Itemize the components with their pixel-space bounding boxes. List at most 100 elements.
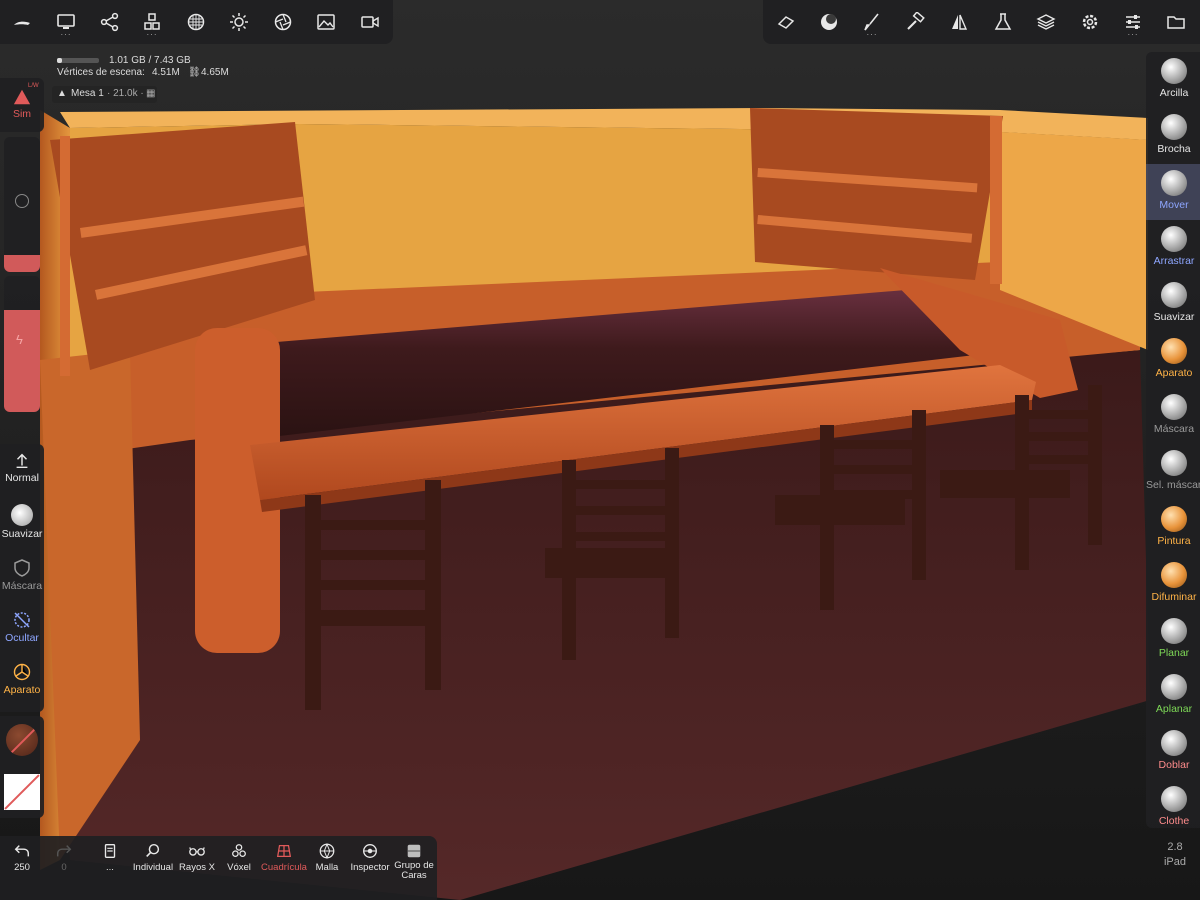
tool-12[interactable]: Doblar	[1146, 724, 1200, 780]
suavizar-label: Suavizar	[1, 528, 43, 540]
tool-10[interactable]: Planar	[1146, 612, 1200, 668]
more-label: ...	[106, 862, 114, 873]
tool-ball-icon	[1161, 450, 1187, 476]
tool-1[interactable]: Brocha	[1146, 108, 1200, 164]
top-toolbar-left: ··· ···	[0, 0, 393, 44]
sim-button[interactable]: Sim	[0, 84, 44, 120]
tool-0[interactable]: Arcilla	[1146, 52, 1200, 108]
tool-ball-icon	[1161, 674, 1187, 700]
version-info: 2.8 iPad	[1164, 840, 1186, 870]
grid-button[interactable]: Cuadrícula	[260, 836, 308, 882]
tool-label: Clothe	[1158, 815, 1190, 827]
xray-button[interactable]: Rayos X	[177, 836, 217, 882]
tool-label: Máscara	[1153, 423, 1195, 435]
face-group-button[interactable]: Grupo de Caras	[393, 836, 435, 882]
hide-grid-icon	[14, 612, 30, 628]
normal-label: Normal	[5, 472, 39, 484]
shield-icon	[14, 559, 30, 577]
tool-2[interactable]: Mover	[1146, 164, 1200, 220]
camera-icon[interactable]	[352, 4, 388, 40]
tool-5[interactable]: Aparato	[1146, 332, 1200, 388]
tool-ball-icon	[1161, 562, 1187, 588]
version-device: iPad	[1163, 856, 1186, 868]
eraser-icon[interactable]	[768, 4, 804, 40]
layers-icon[interactable]	[1028, 4, 1064, 40]
normal-button[interactable]: Normal	[0, 452, 44, 484]
tool-9[interactable]: Difuminar	[1146, 556, 1200, 612]
link-icon: ⛓	[188, 67, 201, 78]
color-swatch[interactable]	[4, 774, 40, 810]
mascara-button[interactable]: Máscara	[0, 558, 44, 592]
inspector-button[interactable]: Inspector	[348, 836, 392, 882]
tool-ball-icon	[1161, 786, 1187, 812]
undo-count: 250	[14, 862, 30, 873]
more-button[interactable]: ...	[92, 836, 128, 882]
sim-panel: Sim L/W	[0, 78, 44, 132]
tool-3[interactable]: Arrastrar	[1146, 220, 1200, 276]
voxel-icon	[232, 844, 246, 858]
smooth-icon	[11, 504, 33, 526]
object-info[interactable]: ▲ Mesa 1 · 21.0k · ▦	[52, 86, 157, 103]
ocultar-button[interactable]: Ocultar	[0, 610, 44, 644]
tool-ball-icon	[1161, 226, 1187, 252]
tool-13[interactable]: Clothe	[1146, 780, 1200, 836]
version-number: 2.8	[1167, 841, 1183, 853]
brush-icon[interactable]: ···	[854, 4, 890, 40]
suavizar-button[interactable]: Suavizar	[0, 504, 44, 540]
sphere-grid-icon[interactable]	[178, 4, 214, 40]
cubes-icon[interactable]: ···	[134, 4, 170, 40]
tool-6[interactable]: Máscara	[1146, 388, 1200, 444]
tool-label: Arcilla	[1159, 87, 1189, 99]
material-swatch[interactable]	[6, 724, 38, 756]
grid-icon: ▦	[146, 88, 156, 99]
size-slider-fill	[4, 255, 40, 272]
tool-ball-icon	[1161, 506, 1187, 532]
vertices-link-value: 4.65M	[201, 67, 229, 78]
tool-label: Mover	[1159, 199, 1189, 211]
object-count: · 21.0k ·	[107, 88, 144, 99]
flask-icon[interactable]	[985, 4, 1021, 40]
tool-7[interactable]: Sel. máscara	[1146, 444, 1200, 500]
mesh-icon	[319, 842, 335, 860]
tool-label: Pintura	[1157, 535, 1191, 547]
material-ball-icon[interactable]	[811, 4, 847, 40]
tool-4[interactable]: Suavizar	[1146, 276, 1200, 332]
tool-label: Difuminar	[1151, 591, 1197, 603]
sun-icon[interactable]	[221, 4, 257, 40]
logo-icon[interactable]	[4, 4, 40, 40]
nodes-icon[interactable]	[92, 4, 128, 40]
face-group-label-2: Caras	[401, 870, 427, 881]
vertices-label: Vértices de escena:	[57, 67, 145, 78]
voxel-label: Vóxel	[227, 862, 251, 873]
symmetry-icon[interactable]	[941, 4, 977, 40]
undo-button[interactable]: 250	[4, 836, 40, 882]
gizmo-icon	[13, 663, 31, 681]
tool-8[interactable]: Pintura	[1146, 500, 1200, 556]
tool-ball-icon	[1161, 618, 1187, 644]
redo-button[interactable]: 0	[46, 836, 82, 882]
malla-button[interactable]: Malla	[310, 836, 344, 882]
mesh-icon: ▲	[57, 88, 67, 99]
sliders-icon[interactable]: ···	[1115, 4, 1151, 40]
folder-icon[interactable]	[1158, 4, 1194, 40]
intensity-slider[interactable]: ϟ	[4, 276, 40, 412]
tool-11[interactable]: Aplanar	[1146, 668, 1200, 724]
image-icon[interactable]	[308, 4, 344, 40]
aparato-button[interactable]: Aparato	[0, 662, 44, 696]
individual-button[interactable]: Individual	[130, 836, 176, 882]
redo-icon	[56, 845, 72, 857]
viewport-scene[interactable]	[0, 0, 1200, 900]
tool-ball-icon	[1161, 394, 1187, 420]
tool-label: Sel. máscara	[1146, 479, 1200, 491]
tool-label: Aparato	[1155, 367, 1193, 379]
size-slider[interactable]	[4, 137, 40, 272]
tool-ball-icon	[1161, 170, 1187, 196]
voxel-button[interactable]: Vóxel	[221, 836, 257, 882]
face-group-icon	[407, 844, 421, 858]
aperture-icon[interactable]	[265, 4, 301, 40]
monitor-icon[interactable]: ···	[48, 4, 84, 40]
gear-icon[interactable]	[1072, 4, 1108, 40]
inspector-label: Inspector	[350, 862, 390, 873]
hammer-icon[interactable]	[897, 4, 933, 40]
grid-icon	[276, 844, 292, 858]
